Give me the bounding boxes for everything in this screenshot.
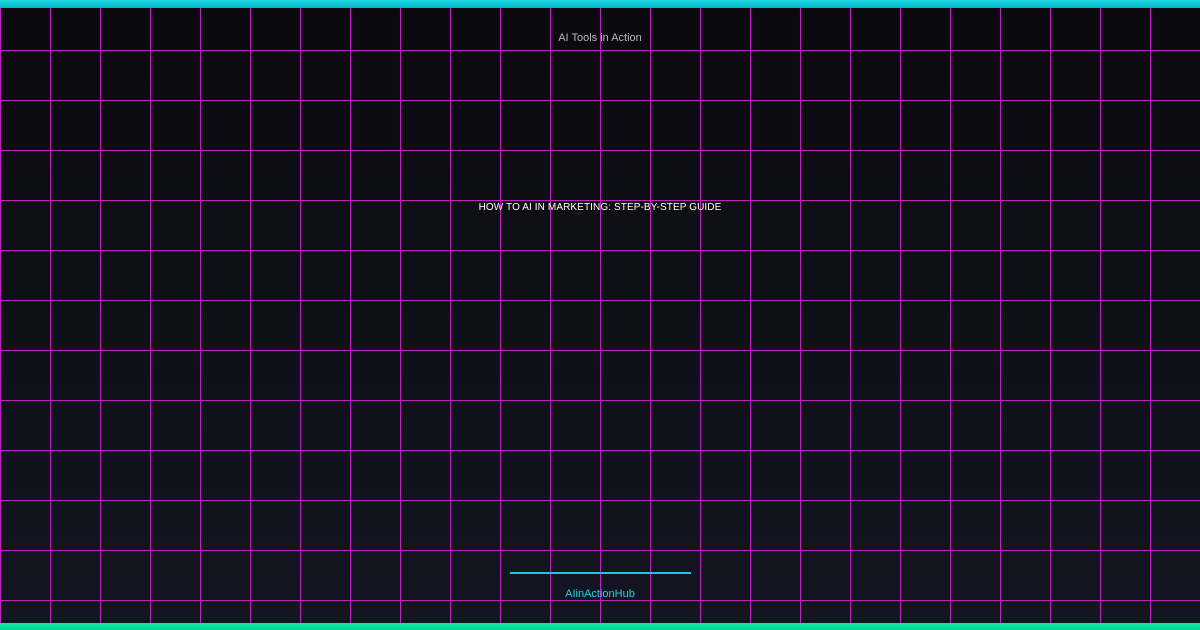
page-title: HOW TO AI IN MARKETING: STEP-BY-STEP GUI… [478,202,722,213]
eyebrow-text: AI Tools in Action [558,32,642,44]
social-share-card: AI Tools in Action HOW TO AI IN MARKETIN… [0,0,1200,630]
background-grid [0,0,1200,630]
top-accent-bar [0,0,1200,8]
brand-name: AIinActionHub [565,588,635,600]
brand-accent-line [510,572,691,574]
bottom-accent-bar [0,623,1200,630]
